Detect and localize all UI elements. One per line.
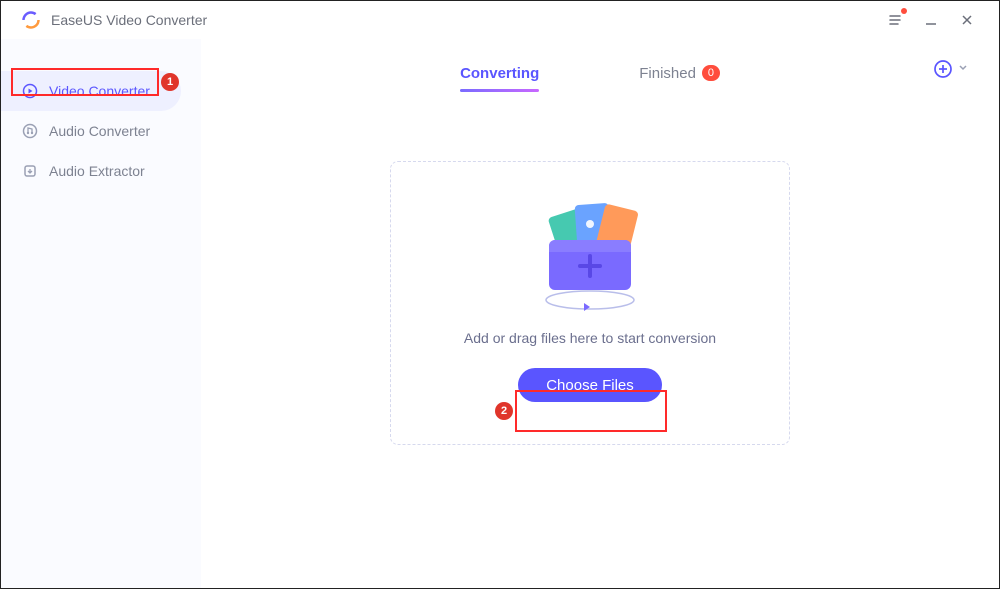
sidebar-item-label: Video Converter	[49, 83, 150, 99]
extract-icon	[21, 162, 39, 180]
tab-label: Finished	[639, 65, 696, 82]
menu-button[interactable]	[877, 6, 913, 34]
app-title: EaseUS Video Converter	[51, 12, 207, 28]
close-button[interactable]	[949, 6, 985, 34]
sidebar-item-audio-extractor[interactable]: Audio Extractor	[1, 151, 201, 191]
close-icon	[960, 13, 974, 27]
tab-converting[interactable]: Converting	[460, 65, 539, 82]
hamburger-icon	[887, 12, 903, 28]
sidebar-item-video-converter[interactable]: Video Converter	[1, 71, 181, 111]
choose-files-button[interactable]: Choose Files	[518, 368, 662, 402]
main-content: Converting Finished 0	[201, 39, 999, 588]
dropzone[interactable]: Add or drag files here to start conversi…	[390, 161, 790, 445]
add-button[interactable]	[933, 59, 969, 79]
title-bar: EaseUS Video Converter	[1, 1, 999, 39]
sidebar-item-label: Audio Converter	[49, 123, 150, 139]
folder-illustration-icon	[520, 182, 660, 322]
minimize-button[interactable]	[913, 6, 949, 34]
finished-count-badge: 0	[702, 65, 720, 81]
tabs-row: Converting Finished 0	[201, 45, 979, 101]
tab-label: Converting	[460, 65, 539, 82]
notification-dot-icon	[901, 8, 907, 14]
video-icon	[21, 82, 39, 100]
sidebar-item-audio-converter[interactable]: Audio Converter	[1, 111, 201, 151]
app-logo-icon	[21, 10, 41, 30]
chevron-down-icon	[957, 60, 969, 78]
sidebar-item-label: Audio Extractor	[49, 163, 145, 179]
plus-circle-icon	[933, 59, 953, 79]
annotation-badge-2: 2	[495, 402, 513, 420]
dropzone-hint: Add or drag files here to start conversi…	[464, 330, 716, 346]
sidebar: Video Converter Audio Converter Audio Ex…	[1, 39, 201, 588]
tab-finished[interactable]: Finished 0	[639, 65, 720, 82]
minimize-icon	[924, 13, 938, 27]
audio-icon	[21, 122, 39, 140]
